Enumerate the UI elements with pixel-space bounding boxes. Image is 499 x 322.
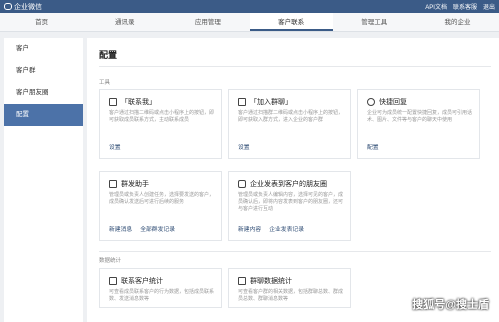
- card-desc: 可查看客户群的相关数据，包括群聊总数、群成员总数、群聊消息数等: [238, 289, 344, 302]
- card-title: 联系客户统计: [121, 278, 163, 285]
- setup-link[interactable]: 设置: [238, 142, 250, 151]
- card-title: 「联系我」: [121, 99, 156, 106]
- sidebar-item-config[interactable]: 配置: [4, 104, 83, 126]
- contact-me-icon: [109, 98, 117, 106]
- card-desc: 可查看成员联系客户的行为数据，包括成员联系数、发送消息数等: [109, 289, 215, 302]
- top-bar: 企业微信 API文档 联系客服 退出: [0, 0, 499, 13]
- card-group-stats: 群聊数据统计 可查看客户群的相关数据，包括群聊总数、群成员总数、群聊消息数等: [228, 268, 351, 308]
- section-divider: [99, 251, 491, 252]
- stats-icon: [109, 277, 117, 285]
- sidebar-item-customers[interactable]: 客户: [4, 38, 83, 60]
- tab-contacts[interactable]: 通讯录: [83, 13, 166, 31]
- card-title: 群聊数据统计: [250, 278, 292, 285]
- main-panel: 配置 工具 「联系我」 客户通过扫描二维码或点击小程序上的按钮，即可获取成员联系…: [87, 38, 499, 322]
- card-join-group: 「加入群聊」 客户通过扫描群二维码或点击小程序上的按钮，即可获取入群方式，进入企…: [228, 89, 351, 159]
- brand-name: 企业微信: [14, 3, 42, 11]
- card-desc: 客户通过扫描二维码或点击小程序上的按钮，即可获取成员联系方式，主动联系成员: [109, 110, 215, 123]
- main-nav: 首页 通讯录 应用管理 客户联系 管理工具 我的企业: [0, 13, 499, 32]
- card-title: 「加入群聊」: [250, 99, 292, 106]
- camera-icon: [238, 180, 246, 188]
- sidebar: 客户 客户群 客户朋友圈 配置: [4, 38, 83, 322]
- new-content-link[interactable]: 新建内容: [238, 224, 261, 233]
- card-desc: 管理员或负责人创建任务，选择要发送的客户，成员确认发送后可进行后续的服务: [109, 192, 215, 205]
- card-quick-reply: 快捷回复 企业可为成员统一配置快捷回复，成员可引用话术、图片、文件等与客户的聊天…: [357, 89, 480, 159]
- new-message-link[interactable]: 新建消息: [109, 224, 132, 233]
- logout-link[interactable]: 退出: [483, 2, 495, 11]
- publish-records-link[interactable]: 企业发表记录: [269, 224, 304, 233]
- card-title: 快捷回复: [379, 99, 407, 106]
- sidebar-item-moments[interactable]: 客户朋友圈: [4, 82, 83, 104]
- card-title: 群发助手: [121, 181, 149, 188]
- broadcast-icon: [109, 180, 117, 188]
- configure-link[interactable]: 配置: [367, 142, 379, 151]
- card-broadcast-assistant: 群发助手 管理员或负责人创建任务，选择要发送的客户，成员确认发送后可进行后续的服…: [99, 171, 222, 241]
- sidebar-item-customer-groups[interactable]: 客户群: [4, 60, 83, 82]
- tab-management-tools[interactable]: 管理工具: [333, 13, 416, 31]
- tab-customer-contact[interactable]: 客户联系: [249, 13, 333, 31]
- title-divider: [99, 66, 491, 67]
- section-stats-label: 数据统计: [99, 258, 122, 264]
- wecom-logo-icon: [4, 3, 12, 10]
- setup-link[interactable]: 设置: [109, 142, 121, 151]
- api-docs-link[interactable]: API文档: [425, 2, 447, 11]
- card-publish-moments: 企业发表到客户的朋友圈 管理员或负责人编辑内容，选择可见的客户，成员确认后，即将…: [228, 171, 351, 241]
- card-contact-me: 「联系我」 客户通过扫描二维码或点击小程序上的按钮，即可获取成员联系方式，主动联…: [99, 89, 222, 159]
- card-title: 企业发表到客户的朋友圈: [250, 181, 327, 188]
- tab-home[interactable]: 首页: [0, 13, 83, 31]
- tab-apps[interactable]: 应用管理: [166, 13, 249, 31]
- support-link[interactable]: 联系客服: [453, 2, 477, 11]
- card-desc: 客户通过扫描群二维码或点击小程序上的按钮，即可获取入群方式，进入企业的客户群: [238, 110, 344, 123]
- brand-logo: 企业微信: [4, 2, 42, 12]
- group-stats-icon: [238, 277, 246, 285]
- card-contact-stats: 联系客户统计 可查看成员联系客户的行为数据，包括成员联系数、发送消息数等: [99, 268, 222, 308]
- section-tools-label: 工具: [99, 80, 111, 86]
- tab-my-enterprise[interactable]: 我的企业: [416, 13, 499, 31]
- card-desc: 企业可为成员统一配置快捷回复，成员可引用话术、图片、文件等与客户的聊天中使用: [367, 110, 473, 123]
- all-broadcast-records-link[interactable]: 全部群发记录: [140, 224, 175, 233]
- watermark: 搜狐号@搜士盾: [412, 299, 489, 311]
- qr-code-icon: [238, 98, 246, 106]
- quick-reply-icon: [367, 98, 375, 106]
- page-title: 配置: [99, 50, 118, 60]
- card-desc: 管理员或负责人编辑内容，选择可见的客户，成员确认后，即将内容发表到客户的朋友圈，…: [238, 192, 344, 212]
